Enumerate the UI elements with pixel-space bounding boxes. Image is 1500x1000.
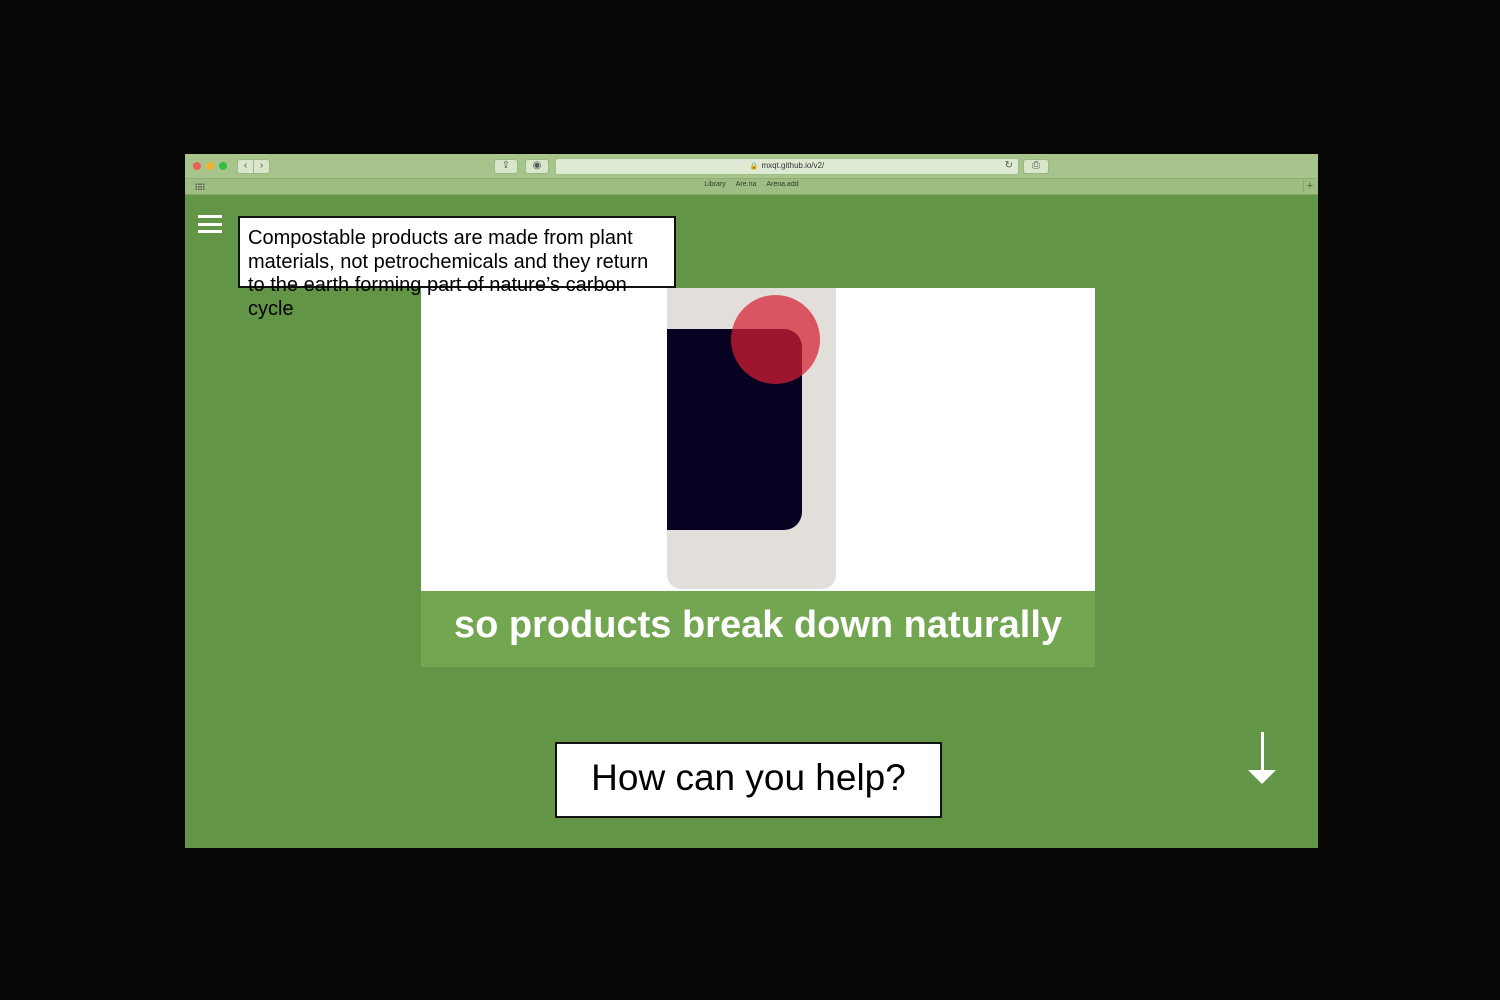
arrow-down-icon[interactable]	[1248, 732, 1278, 786]
caption-band: so products break down naturally	[421, 591, 1095, 667]
print-button[interactable]: ⎙	[1023, 159, 1049, 174]
product-illustration	[421, 288, 1095, 591]
url-text: mxqt.github.io/v2/	[761, 161, 825, 170]
bookmarks-bar: Library Are.na Arena.add +	[185, 179, 1318, 195]
hamburger-menu-icon[interactable]	[198, 215, 222, 233]
extension-icon: ◉	[532, 160, 542, 171]
chevron-left-icon: ‹	[243, 160, 248, 171]
zoom-window-button[interactable]	[219, 162, 227, 170]
lock-icon: 🔒	[749, 163, 759, 170]
how-can-you-help-button[interactable]: How can you help?	[555, 742, 942, 818]
browser-window: ‹ › ⇪ ◉ 🔒 mxqt.github.io/v2/ ↻ ⎙ Library …	[185, 154, 1318, 848]
browser-toolbar: ‹ › ⇪ ◉ 🔒 mxqt.github.io/v2/ ↻ ⎙	[185, 154, 1318, 179]
extension-button[interactable]: ◉	[525, 159, 549, 174]
chevron-right-icon: ›	[259, 160, 264, 171]
red-circle-shape	[731, 295, 820, 384]
minimize-window-button[interactable]	[206, 162, 214, 170]
address-bar[interactable]: 🔒 mxqt.github.io/v2/ ↻	[555, 158, 1019, 175]
new-tab-button[interactable]: +	[1303, 180, 1316, 192]
back-button[interactable]: ‹	[237, 159, 254, 174]
close-window-button[interactable]	[193, 162, 201, 170]
bookmark-arena[interactable]: Are.na	[736, 181, 757, 188]
forward-button[interactable]: ›	[253, 159, 270, 174]
info-tooltip: Compostable products are made from plant…	[238, 216, 676, 320]
bookmark-arena-add[interactable]: Arena.add	[766, 181, 798, 188]
reload-icon[interactable]: ↻	[1005, 160, 1013, 171]
bookmark-library[interactable]: Library	[704, 181, 725, 188]
share-icon: ⇪	[501, 160, 511, 171]
share-button[interactable]: ⇪	[494, 159, 518, 174]
print-icon: ⎙	[1032, 160, 1040, 171]
